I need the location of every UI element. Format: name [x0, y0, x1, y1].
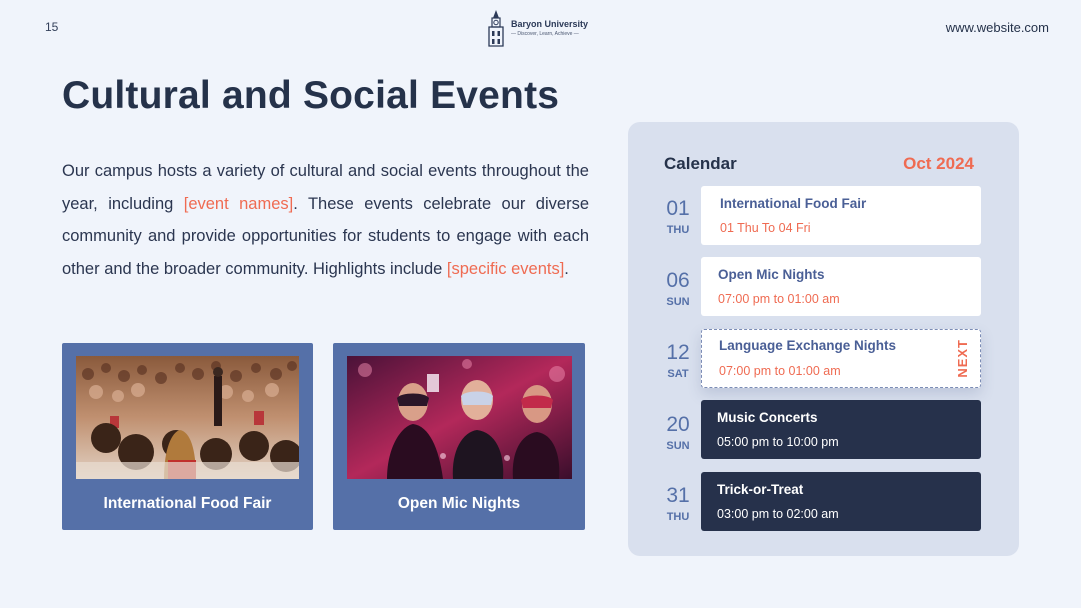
event-item-1[interactable]: International Food Fair 01 Thu To 04 Fri — [701, 186, 981, 245]
day-number: 06 — [666, 269, 690, 292]
university-logo: Baryon University — Discover, Learn, Ach… — [485, 8, 600, 48]
next-badge: NEXT — [955, 339, 970, 378]
event-title: Language Exchange Nights — [719, 338, 897, 353]
calendar-month: Oct 2024 — [903, 154, 974, 173]
open-mic-photo — [347, 356, 572, 479]
logo-tagline: — Discover, Learn, Achieve — — [511, 31, 579, 37]
event-date-3: 12 SAT — [656, 341, 700, 381]
event-date-1: 01 THU — [656, 197, 700, 237]
food-fair-photo — [76, 356, 299, 479]
calendar-panel: Calendar Oct 2024 01 THU International F… — [628, 122, 1019, 556]
specific-events-placeholder: [specific events] — [446, 259, 565, 278]
open-mic-caption: Open Mic Nights — [397, 495, 521, 512]
event-time: 05:00 pm to 10:00 pm — [717, 435, 839, 449]
page-title: Cultural and Social Events — [62, 74, 560, 117]
weekday: SAT — [667, 368, 689, 380]
food-fair-caption: International Food Fair — [103, 495, 272, 512]
event-time: 07:00 pm to 01:00 am — [718, 292, 840, 306]
event-names-placeholder: [event names] — [183, 194, 294, 213]
event-item-3-next[interactable]: Language Exchange Nights 07:00 pm to 01:… — [701, 329, 981, 388]
event-card-open-mic[interactable]: Open Mic Nights — [333, 343, 585, 530]
weekday: THU — [666, 224, 690, 236]
event-item-2[interactable]: Open Mic Nights 07:00 pm to 01:00 am — [701, 257, 981, 316]
event-item-4[interactable]: Music Concerts 05:00 pm to 10:00 pm — [701, 400, 981, 459]
weekday: SUN — [666, 440, 690, 452]
event-title: International Food Fair — [720, 196, 867, 211]
intro-text-3: . — [564, 259, 569, 278]
event-time: 07:00 pm to 01:00 am — [719, 364, 841, 378]
event-title: Trick-or-Treat — [717, 482, 804, 497]
event-date-5: 31 THU — [656, 484, 700, 524]
day-number: 20 — [666, 413, 690, 436]
day-number: 31 — [666, 484, 690, 507]
event-date-4: 20 SUN — [656, 413, 700, 453]
slide-number: 15 — [45, 20, 59, 34]
event-time: 01 Thu To 04 Fri — [720, 221, 811, 235]
weekday: THU — [666, 511, 690, 523]
calendar-title: Calendar — [664, 154, 737, 173]
event-card-food-fair[interactable]: International Food Fair — [62, 343, 313, 530]
event-title: Music Concerts — [717, 410, 818, 425]
event-item-5[interactable]: Trick-or-Treat 03:00 pm to 02:00 am — [701, 472, 981, 531]
intro-paragraph: Our campus hosts a variety of cultural a… — [62, 155, 589, 285]
clock-tower-icon — [488, 10, 504, 47]
day-number: 01 — [666, 197, 690, 220]
event-date-2: 06 SUN — [656, 269, 700, 309]
day-number: 12 — [666, 341, 690, 364]
weekday: SUN — [666, 296, 690, 308]
website-link[interactable]: www.website.com — [946, 20, 1049, 35]
event-title: Open Mic Nights — [718, 267, 825, 282]
event-time: 03:00 pm to 02:00 am — [717, 507, 839, 521]
logo-name: Baryon University — [511, 19, 589, 29]
